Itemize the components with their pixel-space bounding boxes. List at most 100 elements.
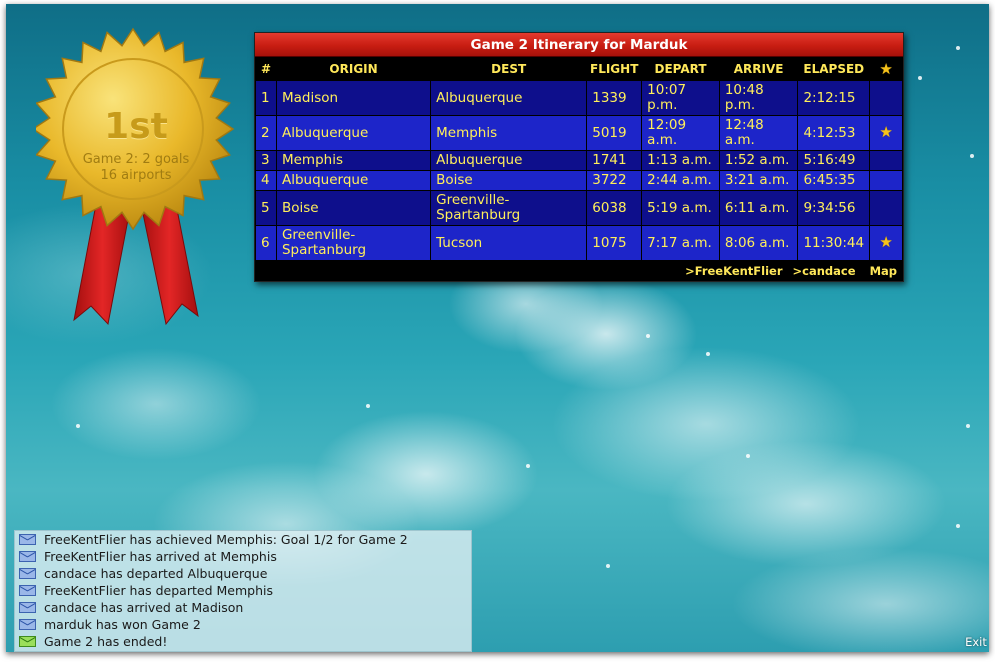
first-place-medal: 1st Game 2: 2 goals 16 airports (36, 24, 236, 334)
itinerary-title: Game 2 Itinerary for Marduk (255, 33, 903, 57)
cell-depart: 7:17 a.m. (642, 226, 719, 260)
col-header-elapsed[interactable]: ELAPSED (798, 58, 870, 80)
col-header-flight[interactable]: FLIGHT (587, 58, 642, 80)
cell-num: 1 (256, 81, 276, 115)
log-message: FreeKentFlier has departed Memphis (15, 582, 471, 599)
table-row[interactable]: 1 Madison Albuquerque 1339 10:07 p.m. 10:48 p… (256, 81, 902, 115)
log-message-text: candace has departed Albuquerque (44, 566, 268, 581)
mail-icon (19, 602, 36, 613)
cell-arrive: 10:48 p.m. (719, 81, 798, 115)
log-message: FreeKentFlier has achieved Memphis: Goal… (15, 531, 471, 548)
cell-elapsed: 4:12:53 (798, 116, 870, 150)
table-header-row: # ORIGIN DEST FLIGHT DEPART ARRIVE ELAPS… (256, 58, 902, 80)
table-row[interactable]: 2 Albuquerque Memphis 5019 12:09 a.m. 12:48 a… (256, 116, 902, 150)
cell-flight: 1075 (587, 226, 642, 260)
cell-star: ★ (870, 226, 902, 260)
cell-arrive: 6:11 a.m. (719, 191, 798, 225)
cell-origin: Madison (276, 81, 431, 115)
mail-icon (19, 568, 36, 579)
cell-depart: 2:44 a.m. (642, 171, 719, 190)
mail-icon (19, 585, 36, 596)
col-header-origin[interactable]: ORIGIN (276, 58, 431, 80)
col-header-star[interactable]: ★ (870, 58, 902, 80)
cell-star (870, 191, 902, 225)
cell-origin: Boise (276, 191, 431, 225)
col-header-num[interactable]: # (256, 58, 276, 80)
table-row[interactable]: 5 Boise Greenville-Spartanburg 6038 5:19 a.m… (256, 191, 902, 225)
cell-elapsed: 5:16:49 (798, 151, 870, 170)
cell-star: ★ (870, 116, 902, 150)
medal-airports-text: 16 airports (100, 168, 172, 183)
table-row[interactable]: 3 Memphis Albuquerque 1741 1:13 a.m. 1:52 a.m… (256, 151, 902, 170)
cell-elapsed: 6:45:35 (798, 171, 870, 190)
log-message: marduk has won Game 2 (15, 616, 471, 633)
cell-num: 6 (256, 226, 276, 260)
cell-flight: 6038 (587, 191, 642, 225)
star-icon: ★ (879, 60, 893, 78)
cell-star (870, 81, 902, 115)
medal-goals-text: Game 2: 2 goals (82, 152, 190, 167)
map-link[interactable]: Map (870, 264, 897, 278)
mail-icon-green (19, 636, 36, 647)
log-message: candace has departed Albuquerque (15, 565, 471, 582)
cell-origin: Albuquerque (276, 171, 431, 190)
cell-depart: 1:13 a.m. (642, 151, 719, 170)
table-row[interactable]: 6 Greenville-Spartanburg Tucson 1075 7:17 a.… (256, 226, 902, 260)
table-row[interactable]: 4 Albuquerque Boise 3722 2:44 a.m. 3:21 a.m. 6… (256, 171, 902, 190)
log-message-text: candace has arrived at Madison (44, 600, 244, 615)
cell-depart: 5:19 a.m. (642, 191, 719, 225)
sky-sparkle (646, 334, 650, 338)
sky-sparkle (606, 564, 610, 568)
cell-arrive: 12:48 a.m. (719, 116, 798, 150)
mail-icon (19, 619, 36, 630)
cell-elapsed: 9:34:56 (798, 191, 870, 225)
col-header-dest[interactable]: DEST (431, 58, 587, 80)
cell-num: 5 (256, 191, 276, 225)
cell-flight: 1339 (587, 81, 642, 115)
sky-sparkle (366, 404, 370, 408)
log-message-text: FreeKentFlier has departed Memphis (44, 583, 273, 598)
sky-sparkle (746, 454, 750, 458)
cell-arrive: 1:52 a.m. (719, 151, 798, 170)
col-header-arrive[interactable]: ARRIVE (719, 58, 798, 80)
message-log[interactable]: FreeKentFlier has achieved Memphis: Goal… (14, 530, 472, 652)
sky-sparkle (970, 154, 974, 158)
cell-dest: Boise (431, 171, 587, 190)
star-icon: ★ (879, 123, 893, 141)
cell-num: 3 (256, 151, 276, 170)
cell-arrive: 8:06 a.m. (719, 226, 798, 260)
cell-origin: Greenville-Spartanburg (276, 226, 431, 260)
col-header-depart[interactable]: DEPART (642, 58, 719, 80)
log-message-text: marduk has won Game 2 (44, 617, 201, 632)
sky-sparkle (76, 424, 80, 428)
cell-origin: Albuquerque (276, 116, 431, 150)
cell-elapsed: 11:30:44 (798, 226, 870, 260)
log-message-text: FreeKentFlier has achieved Memphis: Goal… (44, 532, 408, 547)
sky-sparkle (918, 76, 922, 80)
cell-depart: 10:07 p.m. (642, 81, 719, 115)
log-message: Game 2 has ended! (15, 633, 471, 650)
cell-origin: Memphis (276, 151, 431, 170)
log-message: FreeKentFlier has arrived at Memphis (15, 548, 471, 565)
cell-dest: Tucson (431, 226, 587, 260)
mail-icon (19, 534, 36, 545)
player-link-candace[interactable]: >candace (793, 264, 856, 278)
mail-icon (19, 551, 36, 562)
cell-flight: 1741 (587, 151, 642, 170)
log-message-text: Game 2 has ended! (44, 634, 168, 649)
cell-elapsed: 2:12:15 (798, 81, 870, 115)
sky-sparkle (956, 524, 960, 528)
exit-button[interactable]: Exit (961, 632, 989, 652)
cell-dest: Memphis (431, 116, 587, 150)
cell-num: 2 (256, 116, 276, 150)
cell-star (870, 171, 902, 190)
player-link-freekentflier[interactable]: >FreeKentFlier (685, 264, 782, 278)
sky-sparkle (526, 464, 530, 468)
cell-depart: 12:09 a.m. (642, 116, 719, 150)
cell-dest: Albuquerque (431, 81, 587, 115)
game-screen: 1st Game 2: 2 goals 16 airports Game 2 I… (6, 4, 989, 652)
cell-flight: 3722 (587, 171, 642, 190)
medal-rank: 1st (104, 106, 168, 147)
cell-star (870, 151, 902, 170)
sky-sparkle (956, 46, 960, 50)
